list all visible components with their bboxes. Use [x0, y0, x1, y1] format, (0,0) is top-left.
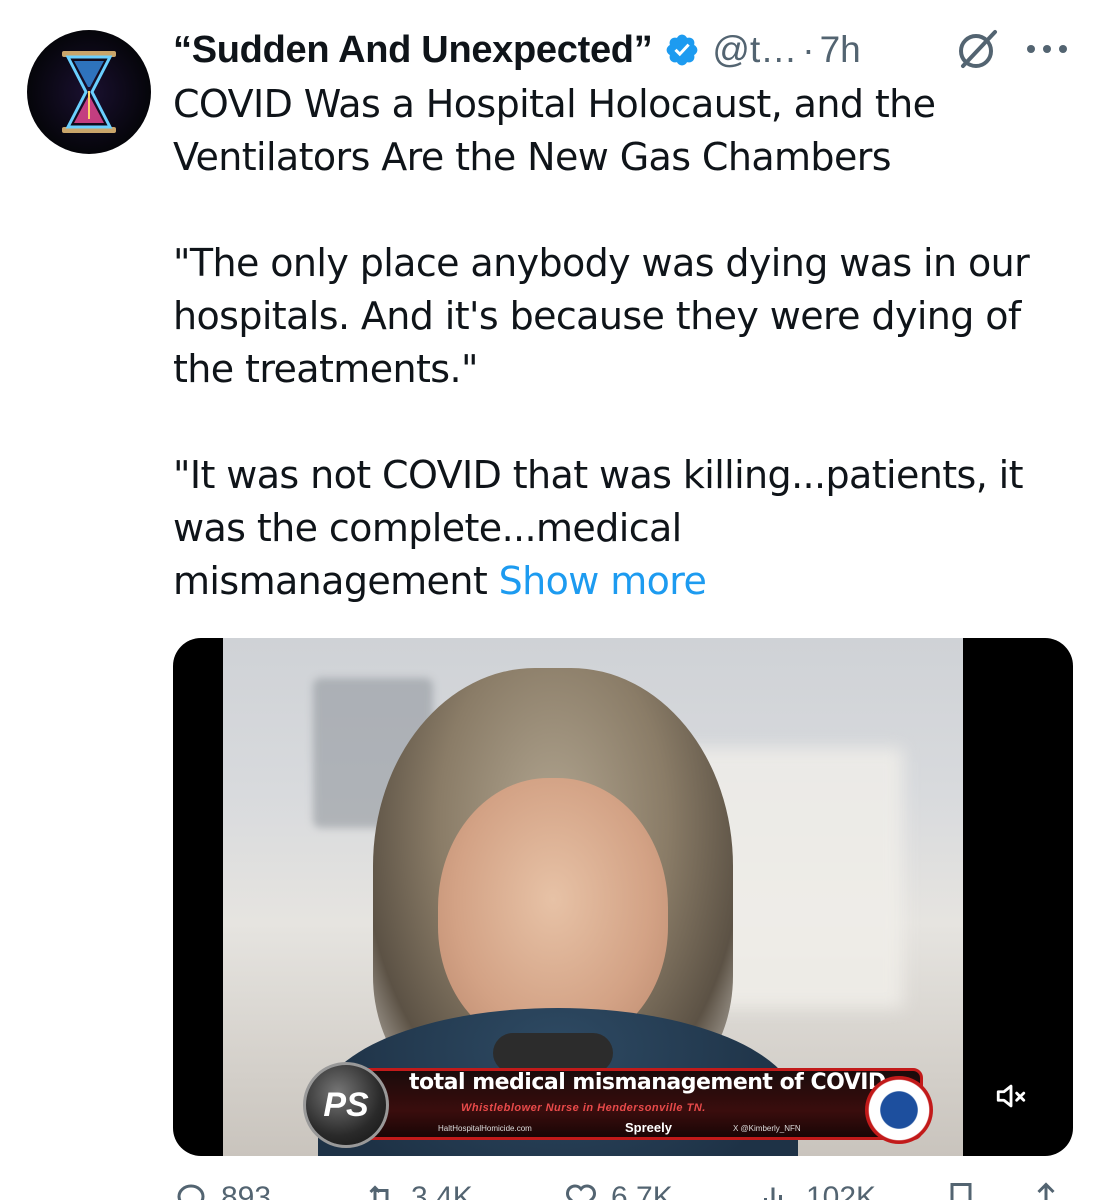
text-line: hospitals. And it's because they were dy… — [173, 294, 1021, 338]
video-lower-third: PS total medical mismanagement of COVID.… — [273, 1056, 953, 1148]
video-subcaption: Whistleblower Nurse in Hendersonville TN… — [461, 1102, 706, 1114]
show-more-link[interactable]: Show more — [499, 559, 707, 603]
share-icon — [1037, 1182, 1055, 1200]
repost-count: 3.4K — [411, 1181, 473, 1200]
tweet-header: “Sudden And Unexpected” @t… · 7h — [173, 22, 861, 78]
text-line: COVID Was a Hospital Holocaust, and the — [173, 82, 936, 126]
heart-icon — [566, 1184, 596, 1200]
tweet-text: COVID Was a Hospital Holocaust, and the … — [173, 78, 1063, 608]
repost-icon — [369, 1185, 389, 1200]
author-avatar[interactable] — [27, 30, 151, 154]
like-button[interactable]: 6.7K — [563, 1180, 673, 1200]
volume-muted-icon — [996, 1084, 1026, 1108]
video-brand: Spreely — [625, 1120, 672, 1135]
channel-logo: PS — [303, 1062, 389, 1148]
text-line: Ventilators Are the New Gas Chambers — [173, 135, 892, 179]
text-line-last: mismanagement Show more — [173, 555, 1063, 608]
reply-button[interactable]: 893 — [173, 1180, 271, 1200]
repost-button[interactable]: 3.4K — [363, 1180, 473, 1200]
video-caption: total medical mismanagement of COVID. — [409, 1070, 894, 1095]
like-count: 6.7K — [611, 1181, 673, 1200]
post-timestamp[interactable]: 7h — [820, 29, 861, 71]
text-line: was the complete...medical — [173, 506, 682, 550]
bookmark-icon — [950, 1183, 972, 1200]
video-x-handle: X @Kimberly_NFN — [733, 1124, 801, 1133]
hourglass-icon — [62, 51, 116, 133]
text-line: "The only place anybody was dying was in… — [173, 241, 1030, 285]
views-chart-icon — [764, 1187, 782, 1200]
views-button[interactable]: 102K — [758, 1180, 876, 1200]
video-player[interactable]: PS total medical mismanagement of COVID.… — [173, 638, 1073, 1156]
separator-dot: · — [802, 29, 815, 70]
verified-badge-icon[interactable] — [664, 32, 700, 68]
author-handle[interactable]: @t… — [712, 29, 797, 71]
text-line: the treatments." — [173, 347, 478, 391]
tweet[interactable]: “Sudden And Unexpected” @t… · 7h COVID W… — [0, 0, 1099, 1200]
text-line: "It was not COVID that was killing...pat… — [173, 453, 1024, 497]
action-bar: 893 3.4K 6.7K 102K — [173, 1180, 1073, 1200]
more-options-icon[interactable] — [1024, 40, 1070, 58]
bookmark-button[interactable] — [943, 1180, 979, 1200]
author-name[interactable]: “Sudden And Unexpected” — [173, 29, 653, 72]
reply-count: 893 — [221, 1181, 272, 1200]
logo-text: PS — [323, 1085, 369, 1124]
mute-button[interactable] — [981, 1066, 1041, 1126]
grok-icon[interactable] — [955, 26, 1001, 72]
video-url-text: HaltHospitalHomicide.com — [438, 1124, 532, 1133]
reply-icon — [177, 1184, 205, 1200]
share-button[interactable] — [1028, 1180, 1064, 1200]
views-count: 102K — [806, 1181, 877, 1200]
text-fragment: mismanagement — [173, 559, 488, 603]
network-badge-icon — [865, 1076, 933, 1144]
